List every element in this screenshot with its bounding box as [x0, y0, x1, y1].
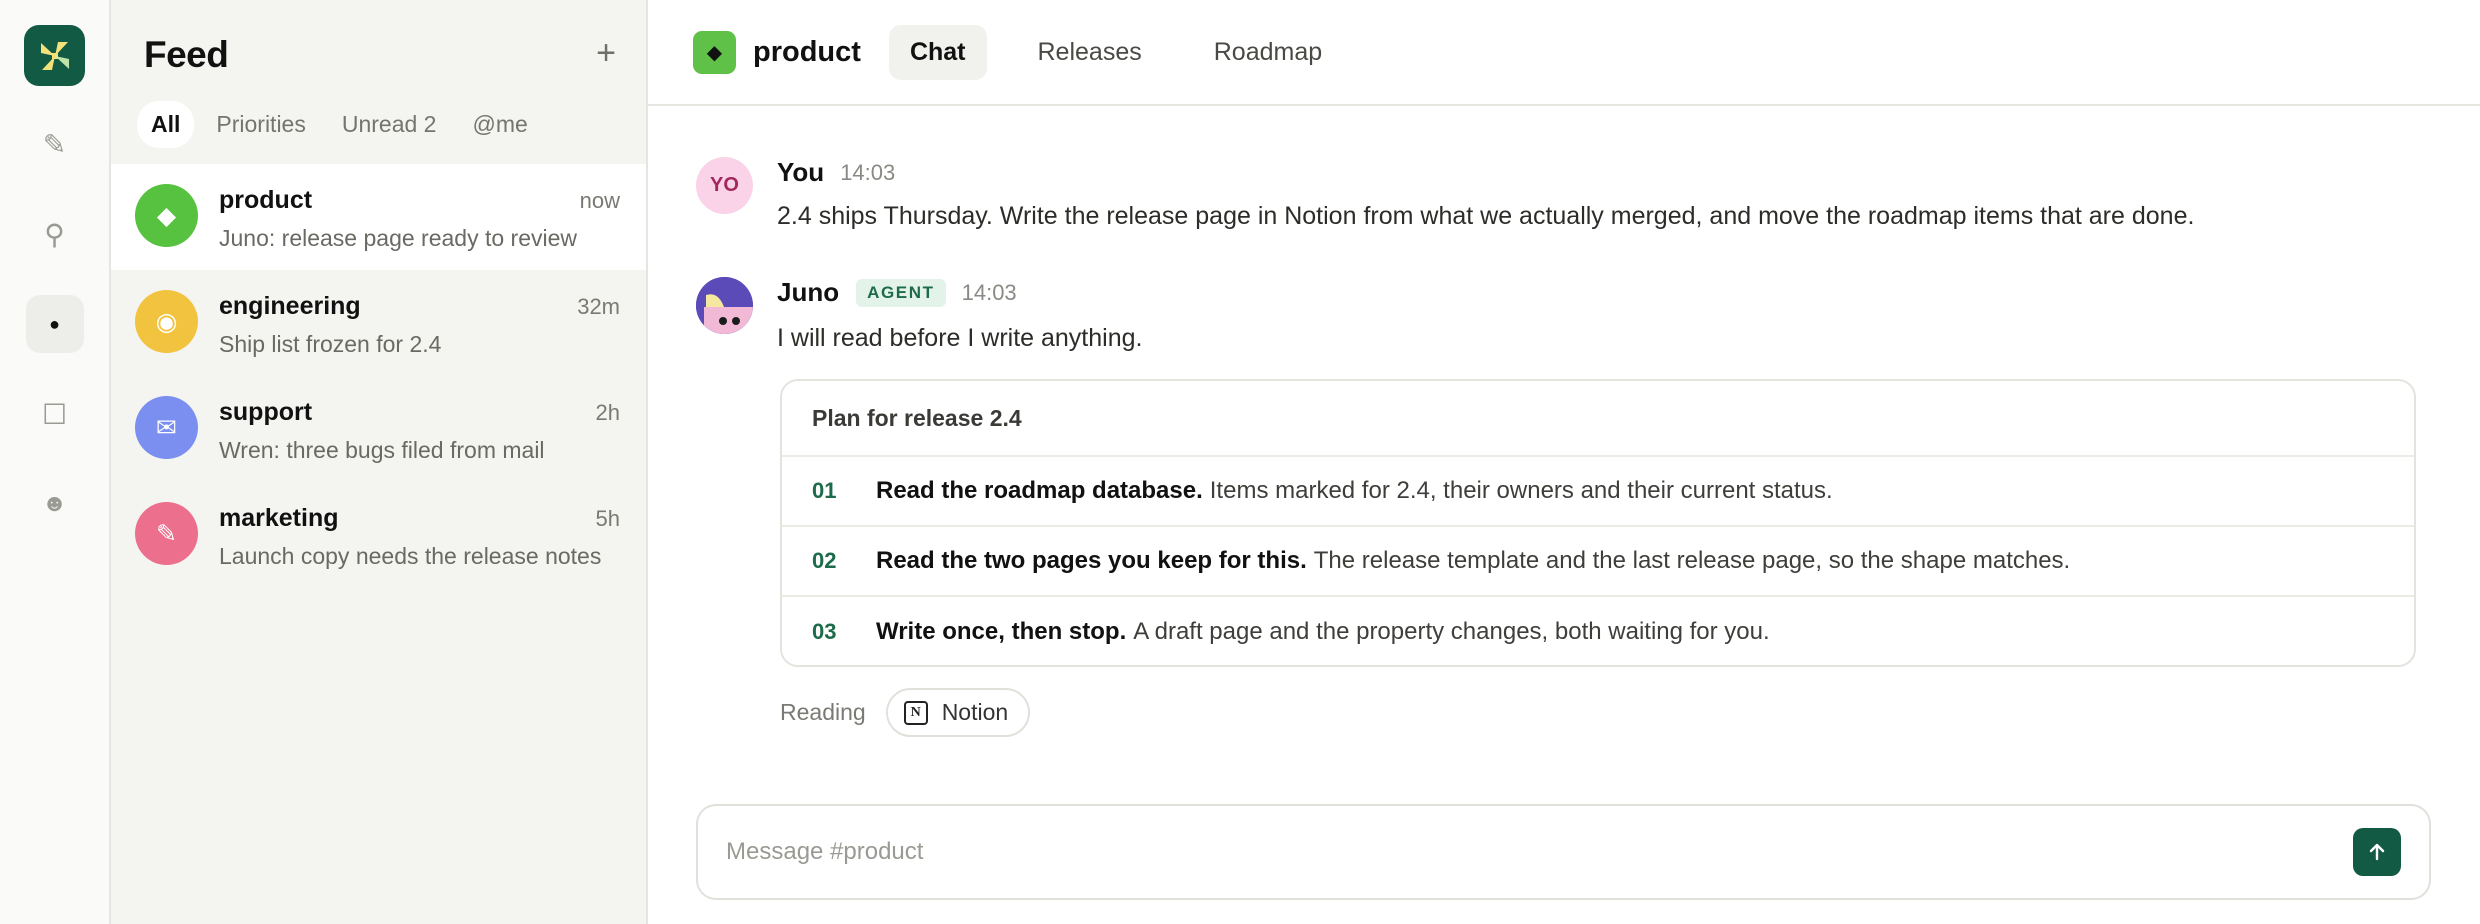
- feed-panel: Feed + All Priorities Unread 2 @me ◆ pro…: [111, 0, 648, 924]
- square-icon: ☐: [41, 398, 68, 430]
- conversation-name: product: [219, 186, 313, 214]
- plan-step: 01 Read the roadmap database. Items mark…: [782, 457, 2414, 527]
- conversation-preview: Ship list frozen for 2.4: [219, 331, 442, 357]
- message-agent: Juno AGENT 14:03 I will read before I wr…: [696, 277, 1142, 353]
- plan-step-number: 01: [812, 478, 837, 503]
- filter-all[interactable]: All: [137, 101, 195, 148]
- plan-step-number: 03: [812, 619, 837, 644]
- app-window: ✎ ⚲ ● ☐ ☻ Feed + All Priorities Unread 2…: [0, 0, 2480, 924]
- logo-icon: [40, 41, 69, 70]
- plan-card: Plan for release 2.4 01 Read the roadmap…: [780, 379, 2416, 667]
- feed-title: Feed: [144, 34, 229, 75]
- plan-step-title: Read the two pages you keep for this.: [876, 547, 1307, 574]
- channel-avatar: ✎: [135, 502, 198, 565]
- conversation-engineering[interactable]: ◉ engineering Ship list frozen for 2.4 3…: [111, 270, 646, 376]
- pin-icon: ⚲: [44, 218, 65, 250]
- source-name: Notion: [941, 699, 1009, 725]
- conversation-marketing[interactable]: ✎ marketing Launch copy needs the releas…: [111, 482, 646, 588]
- conversation-preview: Wren: three bugs filed from mail: [219, 437, 545, 463]
- target-icon: ◉: [155, 307, 178, 336]
- rail-compose-button[interactable]: ✎: [26, 115, 84, 173]
- plan-step: 03 Write once, then stop. A draft page a…: [782, 597, 2414, 665]
- plan-step-detail: The release template and the last releas…: [1313, 547, 2071, 574]
- conversation-name: support: [219, 398, 313, 426]
- plan-step-title: Write once, then stop.: [876, 618, 1127, 645]
- reading-status: Reading N Notion: [780, 688, 1031, 737]
- arrow-up-icon: [2369, 843, 2385, 861]
- plan-step-number: 02: [812, 548, 837, 573]
- juno-avatar-icon: [696, 277, 753, 334]
- message-input[interactable]: [726, 838, 2353, 866]
- plan-step: 02 Read the two pages you keep for this.…: [782, 527, 2414, 597]
- channel-avatar: ✉: [135, 396, 198, 459]
- conversation-time: 2h: [595, 400, 620, 425]
- conversation-name: marketing: [219, 504, 339, 532]
- message-author: Juno: [777, 277, 840, 307]
- rail-square-button[interactable]: ☐: [26, 385, 84, 443]
- message-text: I will read before I write anything.: [777, 324, 1143, 352]
- rail-face-button[interactable]: ☻: [26, 475, 84, 533]
- conversation-time: now: [579, 188, 620, 213]
- diamond-icon: ◆: [156, 201, 177, 230]
- plan-step-detail: A draft page and the property changes, b…: [1133, 618, 1770, 645]
- channel-name: product: [753, 35, 861, 68]
- filter-unread[interactable]: Unread 2: [328, 101, 451, 148]
- message-author: You: [777, 157, 825, 187]
- channel-avatar: ◆: [135, 184, 198, 247]
- dot-icon: ●: [49, 313, 60, 334]
- face-icon: ☻: [41, 490, 68, 517]
- app-logo[interactable]: [24, 25, 85, 86]
- channel-icon: ◆: [693, 30, 736, 74]
- message-composer: [696, 804, 2431, 900]
- filter-priorities[interactable]: Priorities: [202, 101, 319, 148]
- conversation-product[interactable]: ◆ product Juno: release page ready to re…: [111, 164, 646, 270]
- source-chip-notion[interactable]: N Notion: [885, 688, 1031, 737]
- send-button[interactable]: [2353, 828, 2401, 876]
- notion-icon: N: [903, 700, 928, 725]
- chat-main: ◆ product Chat Releases Roadmap YO You 1…: [648, 0, 2480, 924]
- conversation-list: ◆ product Juno: release page ready to re…: [111, 164, 646, 588]
- plan-step-title: Read the roadmap database.: [876, 477, 1203, 504]
- reading-label: Reading: [780, 699, 866, 725]
- rail-feed-button[interactable]: ●: [25, 295, 84, 353]
- channel-avatar: ◉: [135, 290, 198, 353]
- avatar: YO: [696, 157, 753, 214]
- conversation-preview: Juno: release page ready to review: [219, 225, 577, 251]
- conversation-support[interactable]: ✉ support Wren: three bugs filed from ma…: [111, 376, 646, 482]
- conversation-time: 5h: [595, 506, 620, 531]
- diamond-icon: ◆: [706, 41, 723, 64]
- conversation-time: 32m: [577, 294, 620, 319]
- agent-badge: AGENT: [856, 278, 946, 307]
- conversation-name: engineering: [219, 292, 361, 320]
- message-user: YO You 14:03 2.4 ships Thursday. Write t…: [696, 157, 2194, 231]
- plan-title: Plan for release 2.4: [782, 381, 2414, 457]
- tab-chat[interactable]: Chat: [888, 24, 987, 80]
- plan-step-detail: Items marked for 2.4, their owners and t…: [1209, 477, 1833, 504]
- rail-pin-button[interactable]: ⚲: [26, 205, 84, 263]
- conversation-preview: Launch copy needs the release notes: [219, 543, 602, 569]
- pencil-icon: ✎: [156, 519, 177, 548]
- message-text: 2.4 ships Thursday. Write the release pa…: [777, 202, 2195, 230]
- channel-header: ◆ product Chat Releases Roadmap: [648, 0, 2480, 106]
- filter-mentions[interactable]: @me: [458, 101, 541, 148]
- message-time: 14:03: [961, 279, 1017, 305]
- feed-filters: All Priorities Unread 2 @me: [137, 101, 542, 148]
- agent-avatar: [696, 277, 753, 334]
- app-rail: ✎ ⚲ ● ☐ ☻: [0, 0, 111, 924]
- message-time: 14:03: [840, 159, 896, 185]
- tab-roadmap[interactable]: Roadmap: [1193, 25, 1343, 80]
- tab-releases[interactable]: Releases: [1017, 25, 1163, 80]
- add-feed-button[interactable]: +: [596, 36, 616, 70]
- compose-icon: ✎: [42, 128, 67, 160]
- envelope-icon: ✉: [156, 413, 177, 442]
